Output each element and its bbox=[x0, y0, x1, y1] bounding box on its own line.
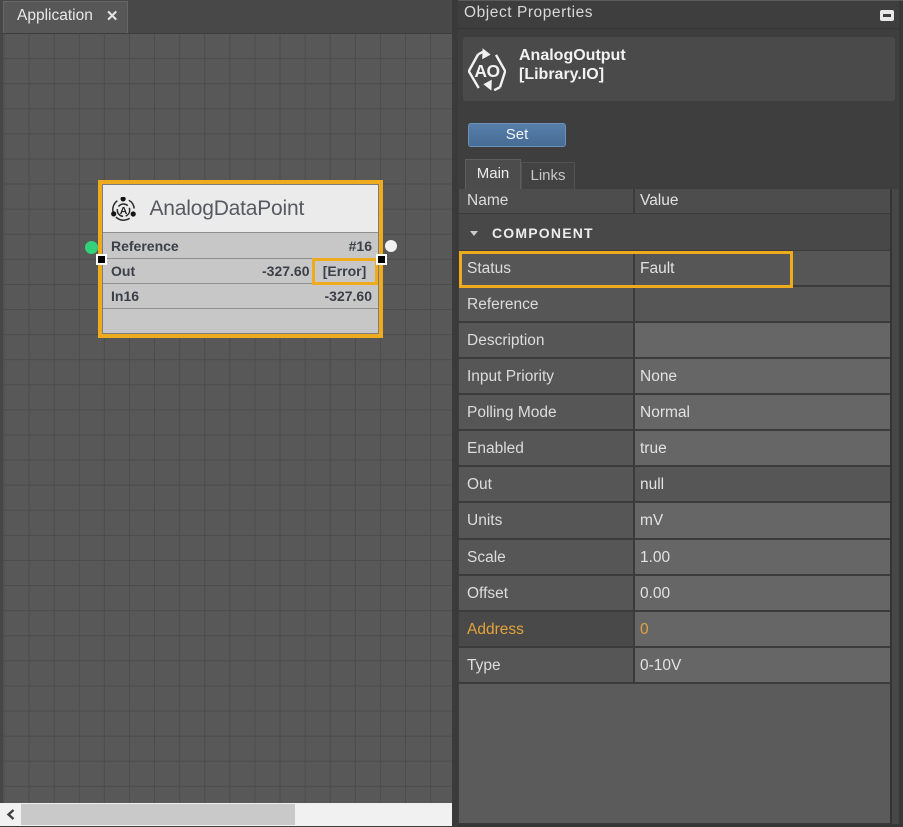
svg-text:A: A bbox=[120, 205, 128, 217]
svg-text:AO: AO bbox=[474, 61, 499, 81]
